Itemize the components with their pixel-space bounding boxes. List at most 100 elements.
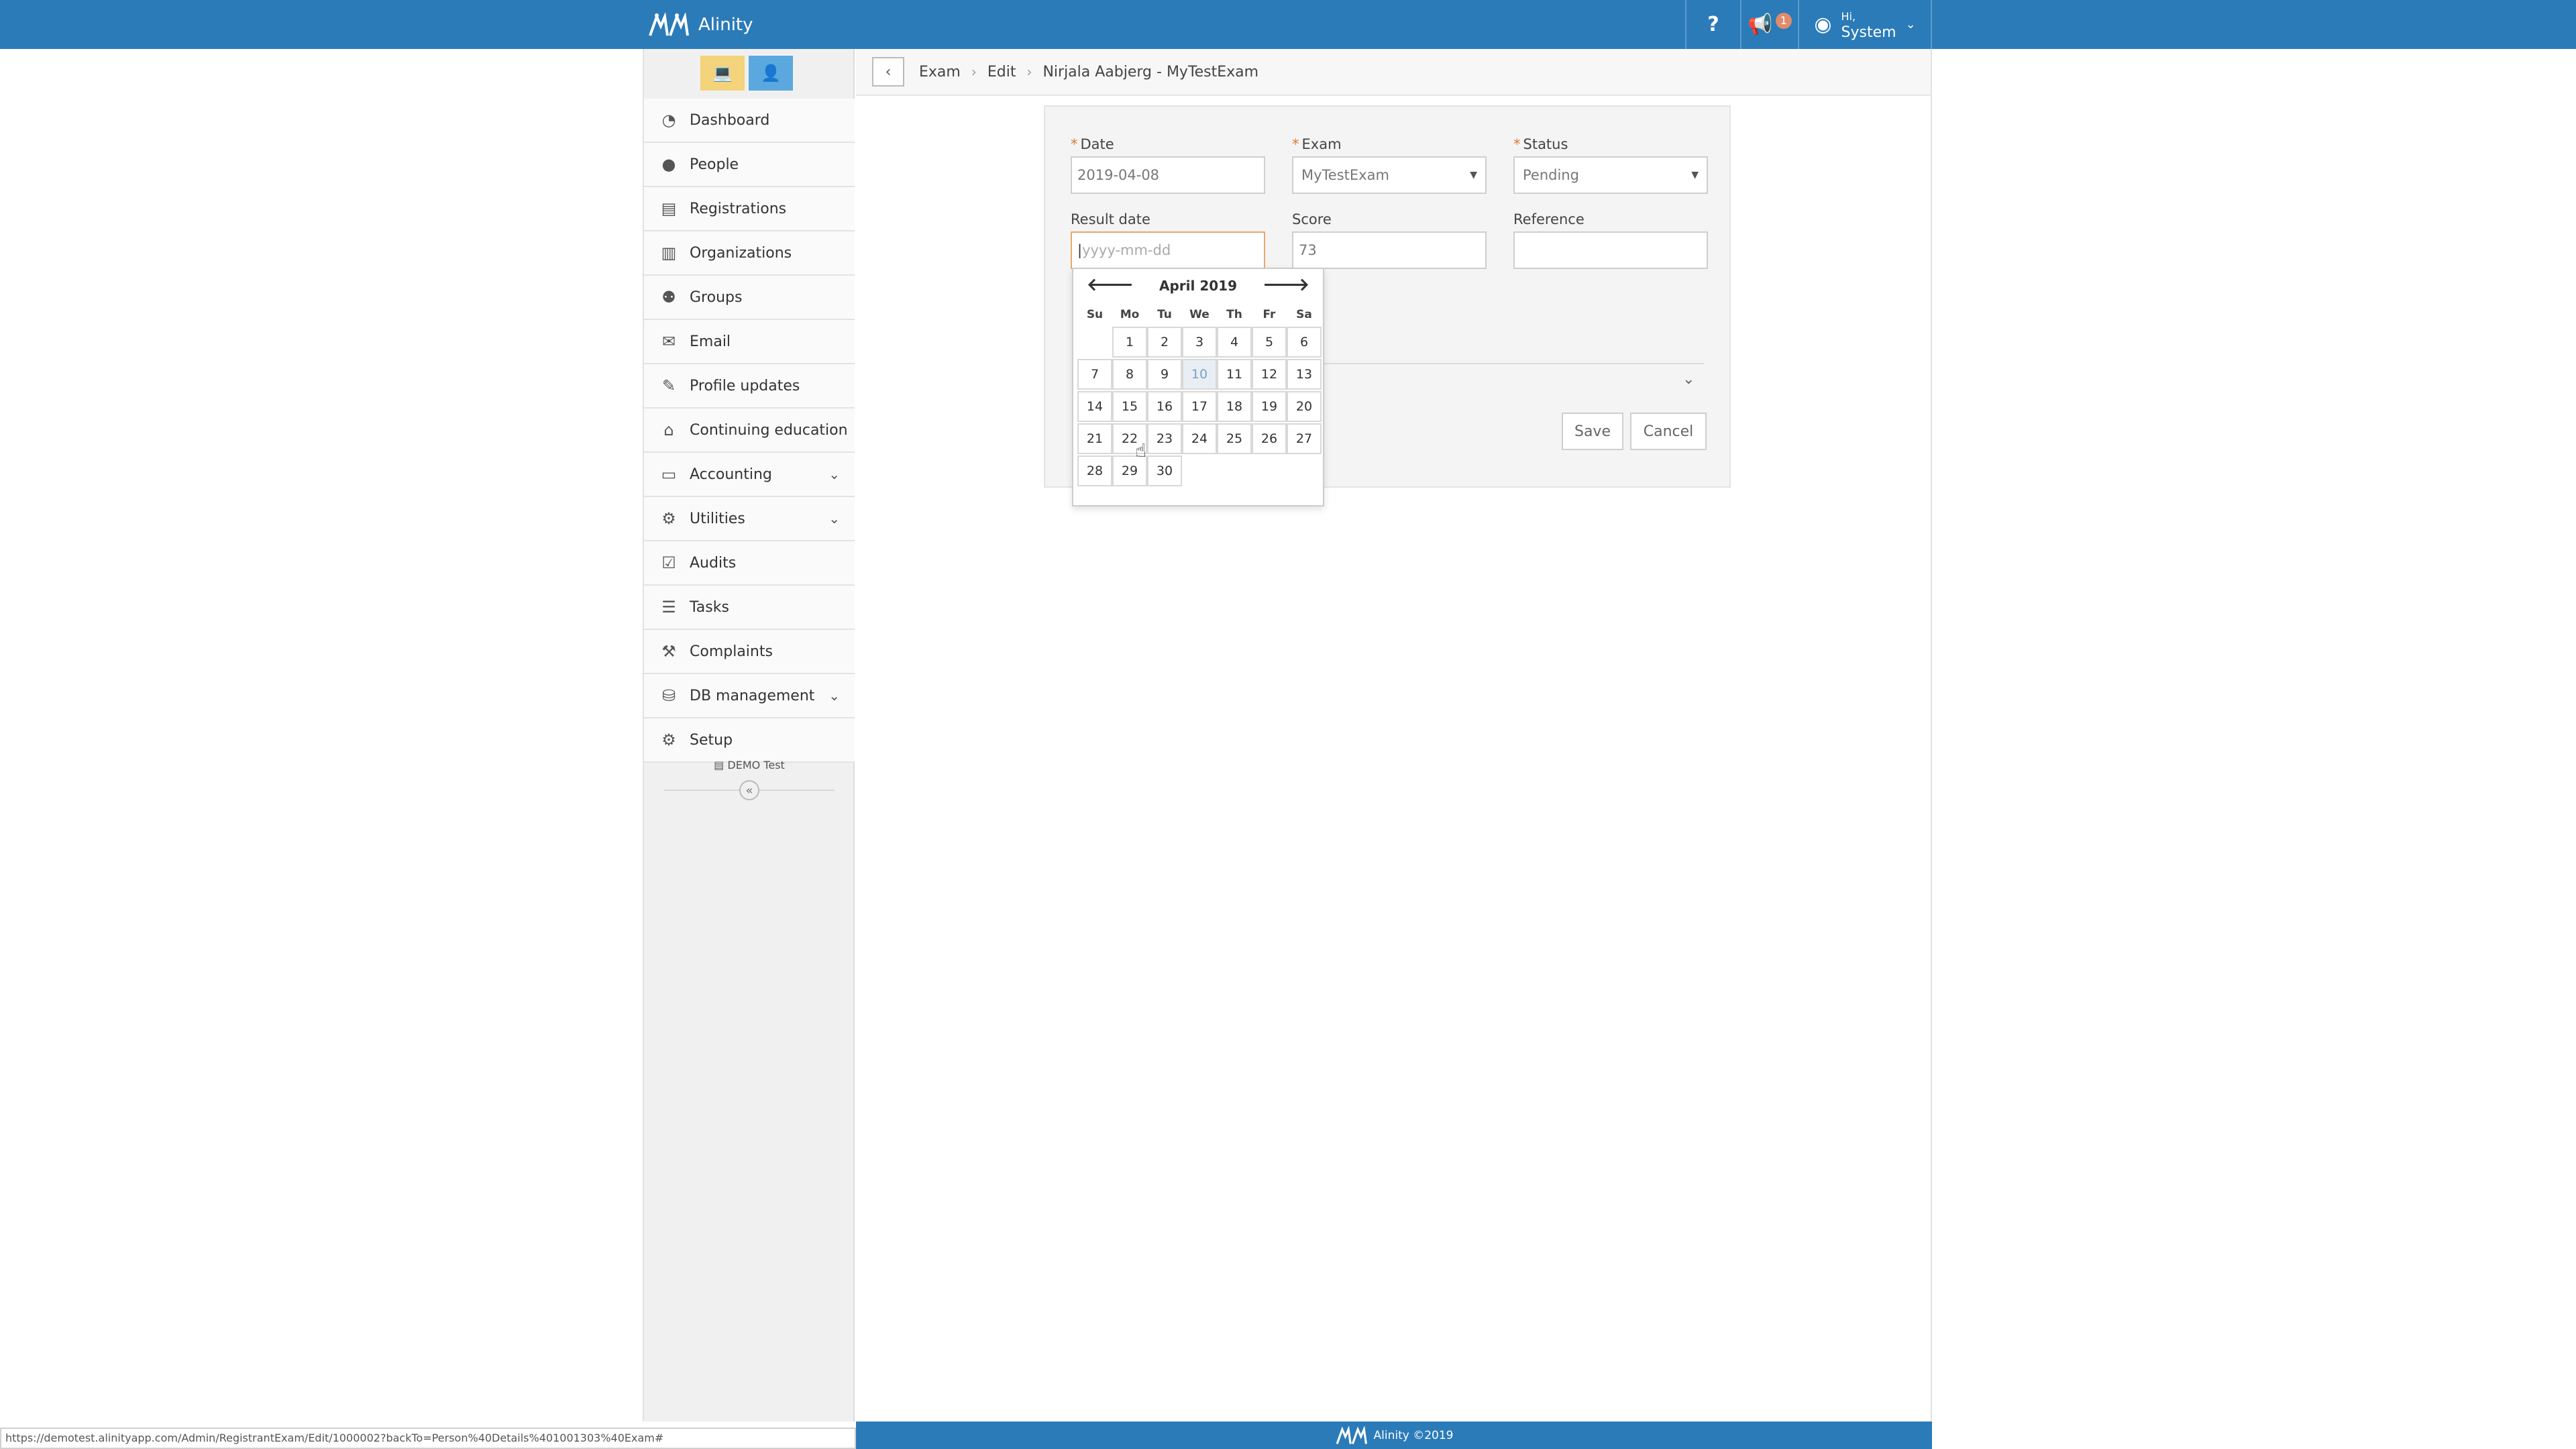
exam-field-group: * Exam MyTestExam ▼ [1292, 136, 1487, 194]
day-cell[interactable]: 18 [1217, 391, 1252, 422]
day-cell[interactable]: 2 [1147, 327, 1182, 358]
day-cell[interactable]: 28 [1077, 455, 1112, 486]
browser-status-url: https://demotest.alinityapp.com/Admin/Re… [0, 1428, 856, 1449]
day-cell[interactable]: 21 [1077, 423, 1112, 454]
day-cell[interactable]: 1 [1112, 327, 1147, 358]
day-cell[interactable]: 13 [1287, 359, 1322, 390]
day-cell[interactable]: 17 [1182, 391, 1217, 422]
building-icon: ▥ [661, 244, 677, 262]
day-cell[interactable]: 6 [1287, 327, 1322, 358]
day-cell[interactable]: 10 [1182, 359, 1217, 390]
sidebar-item-label: Audits [690, 554, 737, 572]
day-cell[interactable]: 30 [1147, 455, 1182, 486]
sidebar-item-db-management[interactable]: ⛁ DB management ⌄ [644, 674, 855, 718]
previous-month-arrow-icon[interactable]: 🡐 [1087, 274, 1134, 295]
sidebar-item-profile-updates[interactable]: ✎ Profile updates [644, 364, 855, 409]
exam-label: * Exam [1292, 136, 1342, 152]
megaphone-icon: 📢 [1748, 13, 1773, 36]
help-button[interactable]: ? [1685, 0, 1740, 49]
sidebar-item-label: Continuing education [690, 421, 848, 439]
weekday-label: Fr [1263, 308, 1276, 321]
sidebar-item-organizations[interactable]: ▥ Organizations [644, 231, 855, 276]
double-chevron-left-icon: « [745, 783, 753, 798]
sidebar-item-label: Dashboard [690, 111, 770, 129]
week-row: 7 8 9 10 11 12 13 [1077, 359, 1323, 391]
day-cell[interactable]: 14 [1077, 391, 1112, 422]
caret-down-icon: ▼ [1691, 170, 1699, 180]
app-title: Alinity [698, 15, 753, 35]
reference-input[interactable] [1513, 231, 1708, 269]
day-cell[interactable]: 3 [1182, 327, 1217, 358]
sidebar-item-accounting[interactable]: ▭ Accounting ⌄ [644, 453, 855, 497]
result-date-field-group: Result date | yyyy-mm-dd [1071, 211, 1265, 269]
notifications-button[interactable]: 📢 1 [1740, 0, 1798, 49]
result-date-input[interactable]: | yyyy-mm-dd [1071, 231, 1265, 269]
week-row: 123456 [1077, 327, 1323, 359]
breadcrumb-edit[interactable]: Edit [987, 64, 1016, 80]
sidebar-item-audits[interactable]: ☑ Audits [644, 541, 855, 586]
week-row: 14 15 16 17 18 19 20 [1077, 391, 1323, 423]
alinity-logo-icon [649, 13, 689, 36]
sidebar-item-tasks[interactable]: ☰ Tasks [644, 586, 855, 630]
day-cell[interactable]: 7 [1077, 359, 1112, 390]
sidebar-item-registrations[interactable]: ▤ Registrations [644, 187, 855, 231]
collapse-sidebar-button[interactable]: « [739, 780, 759, 800]
user-mode-button[interactable]: 👤 [749, 56, 793, 91]
week-row: 28 29 30 [1077, 455, 1323, 488]
cancel-button[interactable]: Cancel [1630, 413, 1707, 450]
checkbox-icon: ☑ [661, 553, 676, 572]
score-input[interactable]: 73 [1292, 231, 1487, 269]
day-cell[interactable]: 4 [1217, 327, 1252, 358]
chevron-down-icon: ⌄ [1905, 17, 1916, 32]
sidebar-item-label: Setup [690, 731, 733, 749]
weekday-label: Th [1226, 308, 1242, 321]
sidebar-item-groups[interactable]: ⚉ Groups [644, 276, 855, 320]
day-cell[interactable]: 26 [1252, 423, 1287, 454]
sidebar-item-label: Groups [690, 288, 743, 306]
brand[interactable]: Alinity [647, 11, 753, 39]
day-cell[interactable]: 15 [1112, 391, 1147, 422]
sidebar-item-setup[interactable]: ⚙ Setup [644, 718, 855, 763]
status-select[interactable]: Pending ▼ [1513, 156, 1708, 194]
sidebar-item-continuing-education[interactable]: ⌂ Continuing education [644, 409, 855, 453]
sidebar-item-utilities[interactable]: ⚙ Utilities ⌄ [644, 497, 855, 541]
next-month-arrow-icon[interactable]: 🡒 [1263, 274, 1309, 295]
date-field-group: * Date 2019-04-08 [1071, 136, 1265, 194]
sidebar-item-dashboard[interactable]: ◔ Dashboard [644, 99, 855, 143]
breadcrumb-exam[interactable]: Exam [919, 64, 961, 80]
empty-cell [1252, 455, 1287, 486]
day-cell[interactable]: 23 [1147, 423, 1182, 454]
exam-select[interactable]: MyTestExam ▼ [1292, 156, 1487, 194]
date-input[interactable]: 2019-04-08 [1071, 156, 1265, 194]
sidebar-item-label: Profile updates [690, 377, 800, 394]
day-cell[interactable]: 11 [1217, 359, 1252, 390]
day-cell[interactable]: 9 [1147, 359, 1182, 390]
sidebar-item-people[interactable]: ● People [644, 143, 855, 187]
expand-section-chevron-icon[interactable]: ⌄ [1682, 371, 1695, 388]
month-label[interactable]: April 2019 [1159, 278, 1237, 294]
sidebar-item-email[interactable]: ✉ Email [644, 320, 855, 364]
day-cell[interactable]: 19 [1252, 391, 1287, 422]
day-cell[interactable]: 12 [1252, 359, 1287, 390]
copyright-text: Alinity ©2019 [1373, 1428, 1454, 1442]
user-menu-button[interactable]: ◉ Hi, System ⌄ [1798, 0, 1932, 49]
chevron-right-icon: › [1026, 64, 1032, 80]
gavel-icon: ⚒ [661, 642, 676, 661]
day-cell[interactable]: 24 [1182, 423, 1217, 454]
day-cell[interactable]: 5 [1252, 327, 1287, 358]
sidebar-item-complaints[interactable]: ⚒ Complaints [644, 630, 855, 674]
weekday-label: We [1189, 308, 1210, 321]
money-icon: ▭ [661, 465, 677, 484]
save-button[interactable]: Save [1562, 413, 1623, 450]
notification-badge: 1 [1775, 12, 1792, 29]
day-cell[interactable]: 16 [1147, 391, 1182, 422]
back-button[interactable]: ‹ [872, 57, 904, 87]
top-navigation-bar: Alinity ? 📢 1 ◉ Hi, System ⌄ [0, 0, 2576, 49]
graduation-cap-icon: ⌂ [663, 421, 674, 439]
day-cell[interactable]: 8 [1112, 359, 1147, 390]
sidebar-item-label: Organizations [690, 244, 792, 262]
day-cell[interactable]: 25 [1217, 423, 1252, 454]
day-cell[interactable]: 27 [1287, 423, 1322, 454]
day-cell[interactable]: 20 [1287, 391, 1322, 422]
admin-mode-button[interactable]: 💻 [700, 56, 745, 91]
